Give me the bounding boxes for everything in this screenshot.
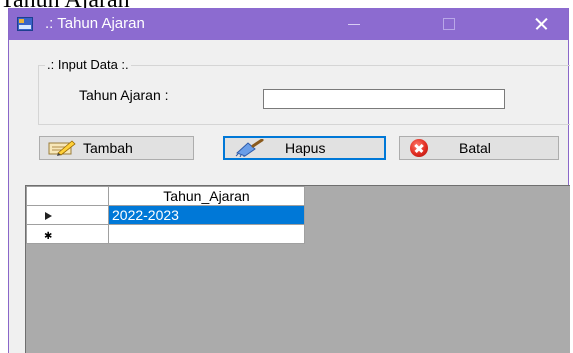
hapus-button[interactable]: Hapus [223, 136, 386, 160]
grid-header-row: Tahun_Ajaran [26, 186, 305, 206]
tahun-ajaran-input[interactable] [263, 89, 505, 109]
maximize-icon[interactable] [426, 8, 472, 40]
close-icon[interactable] [518, 8, 564, 40]
input-data-group: .: Input Data :. Tahun Ajaran : [38, 57, 570, 125]
grid-cell[interactable]: 2022-2023 [108, 205, 305, 225]
app-form-icon [17, 17, 33, 31]
row-header-corner [26, 186, 109, 206]
minimize-icon[interactable] [331, 8, 377, 40]
app-window: .: Tahun Ajaran .: Input Data :. Tahun A… [8, 8, 570, 353]
tahun-ajaran-label: Tahun Ajaran : [79, 87, 169, 103]
grid-cell-new[interactable] [108, 224, 305, 244]
window-title: .: Tahun Ajaran [45, 15, 145, 32]
batal-label: Batal [459, 140, 491, 156]
new-row-indicator[interactable]: ✱ [26, 224, 109, 244]
hapus-label: Hapus [285, 140, 326, 156]
data-grid[interactable]: Tahun_Ajaran 2022-2023 ✱ [25, 185, 570, 353]
title-bar[interactable]: .: Tahun Ajaran [9, 8, 568, 40]
tambah-label: Tambah [83, 140, 133, 156]
new-row-asterisk-icon: ✱ [44, 231, 53, 242]
batal-button[interactable]: Batal [399, 136, 559, 160]
broom-clean-icon [235, 139, 264, 157]
table-row[interactable]: 2022-2023 [26, 205, 305, 225]
group-legend: .: Input Data :. [45, 57, 131, 73]
current-row-arrow-icon [45, 212, 52, 220]
tambah-button[interactable]: Tambah [39, 136, 194, 160]
cancel-icon [410, 139, 428, 157]
pencil-edit-icon [48, 140, 76, 156]
table-row-new[interactable]: ✱ [26, 224, 305, 244]
current-row-indicator[interactable] [26, 205, 109, 225]
grid-table: Tahun_Ajaran 2022-2023 ✱ [26, 186, 305, 244]
column-header-tahun-ajaran[interactable]: Tahun_Ajaran [108, 186, 305, 206]
